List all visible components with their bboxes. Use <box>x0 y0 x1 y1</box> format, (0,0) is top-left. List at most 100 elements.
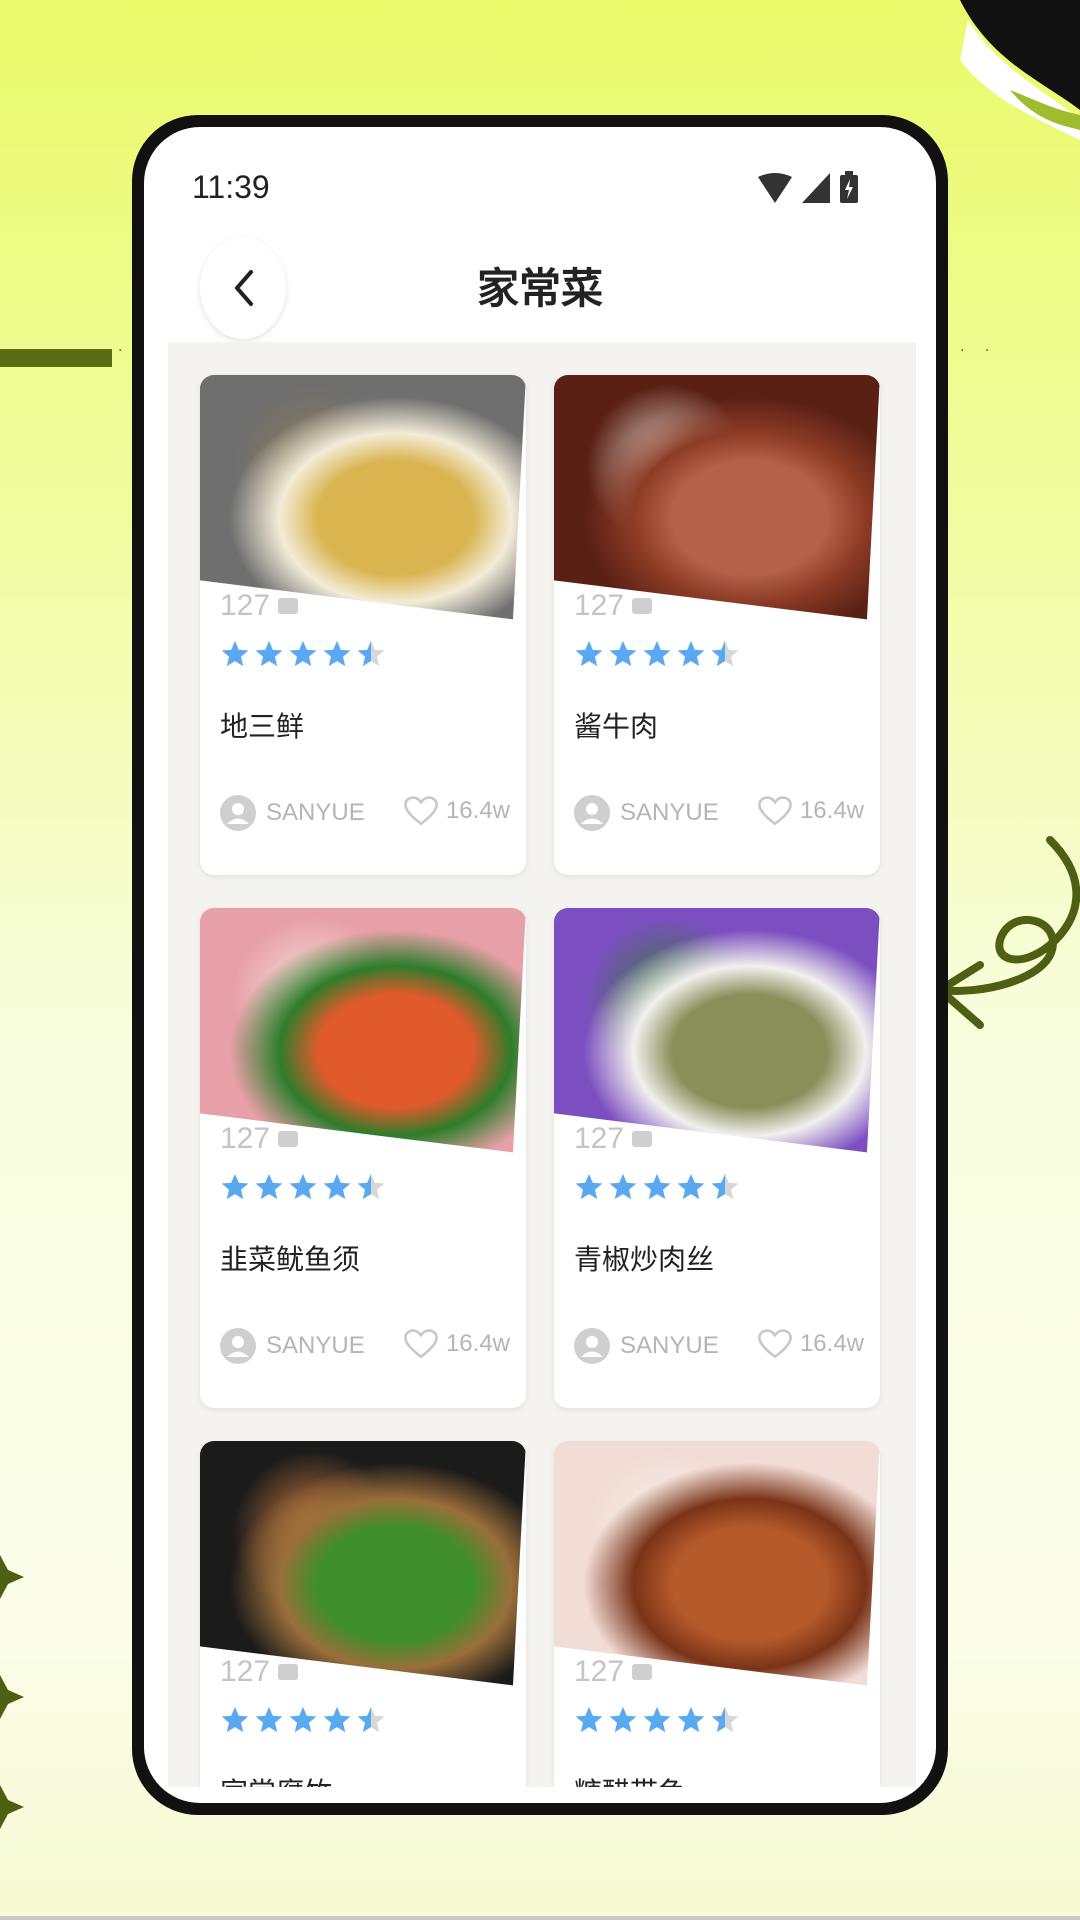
user-avatar-icon <box>574 795 610 831</box>
star-icon <box>255 1706 283 1733</box>
recipe-card[interactable]: 127 家常腐竹 <box>200 1441 526 1787</box>
comment-bubble-icon <box>632 1664 653 1680</box>
status-icons <box>758 171 858 207</box>
phone-frame: 11:39 家常菜 127 地三鲜 SANYUE 16.4w 127 酱牛肉 S… <box>132 115 948 1815</box>
star-icon <box>289 1706 317 1733</box>
star-icon <box>357 1706 385 1733</box>
sparkle-decoration-icon <box>0 1555 24 1829</box>
star-icon <box>677 1706 705 1733</box>
star-icon <box>575 1173 603 1200</box>
decorative-dots-right: · · <box>960 343 998 359</box>
dish-name[interactable]: 地三鲜 <box>220 705 304 745</box>
user-avatar-icon <box>574 1328 610 1364</box>
star-icon <box>711 640 739 667</box>
likes-count: 16.4w <box>445 797 510 824</box>
star-icon <box>643 1706 671 1733</box>
signal-icon <box>802 173 830 207</box>
star-icon <box>711 1706 739 1733</box>
likes-count: 16.4w <box>445 1330 510 1357</box>
author[interactable]: SANYUE <box>574 1328 719 1364</box>
star-icon <box>289 1173 317 1200</box>
leaf-decoration-icon <box>960 0 1080 140</box>
battery-icon <box>840 171 858 207</box>
page-header: 家常菜 <box>144 227 936 339</box>
comment-count: 127 <box>220 1655 299 1689</box>
author-name: SANYUE <box>266 1332 365 1359</box>
comment-count: 127 <box>574 1122 653 1156</box>
wifi-icon <box>758 173 792 207</box>
dish-name[interactable]: 家常腐竹 <box>220 1771 332 1787</box>
star-icon <box>323 1706 351 1733</box>
page-title: 家常菜 <box>476 264 603 313</box>
rating-stars <box>574 639 740 669</box>
star-icon <box>255 1173 283 1200</box>
comment-bubble-icon <box>632 1131 653 1147</box>
comment-count-value: 127 <box>574 1655 625 1688</box>
recipe-card[interactable]: 127 地三鲜 SANYUE 16.4w <box>200 375 526 875</box>
star-icon <box>221 1706 249 1733</box>
rating-stars <box>574 1172 740 1202</box>
star-icon <box>255 640 283 667</box>
recipe-grid[interactable]: 127 地三鲜 SANYUE 16.4w 127 酱牛肉 SANYUE 16.4w 127 韭菜鱿… <box>168 342 916 1787</box>
star-icon <box>609 640 637 667</box>
like-button[interactable]: 16.4w <box>758 795 864 827</box>
star-icon <box>221 1173 249 1200</box>
comment-bubble-icon <box>632 598 653 614</box>
rating-stars <box>220 1705 386 1735</box>
author-name: SANYUE <box>620 1332 719 1359</box>
decorative-bar <box>0 349 112 367</box>
star-icon <box>609 1173 637 1200</box>
dish-name[interactable]: 青椒炒肉丝 <box>574 1238 714 1278</box>
comment-count-value: 127 <box>220 1122 271 1155</box>
comment-count: 127 <box>574 589 653 623</box>
recipe-card[interactable]: 127 酱牛肉 SANYUE 16.4w <box>554 375 880 875</box>
star-icon <box>357 640 385 667</box>
star-icon <box>323 1173 351 1200</box>
rating-stars <box>574 1705 740 1735</box>
status-time: 11:39 <box>192 169 270 205</box>
star-icon <box>289 640 317 667</box>
author[interactable]: SANYUE <box>220 1328 365 1364</box>
comment-count: 127 <box>220 589 299 623</box>
card-meta: SANYUE 16.4w <box>220 1328 510 1368</box>
author[interactable]: SANYUE <box>574 795 719 831</box>
star-icon <box>323 640 351 667</box>
star-icon <box>221 640 249 667</box>
author-name: SANYUE <box>266 799 365 826</box>
comment-count: 127 <box>574 1655 653 1689</box>
comment-count-value: 127 <box>574 1122 625 1155</box>
status-bar: 11:39 <box>144 127 936 227</box>
comment-count-value: 127 <box>220 1655 271 1688</box>
heart-icon <box>404 796 438 826</box>
recipe-card[interactable]: 127 青椒炒肉丝 SANYUE 16.4w <box>554 908 880 1408</box>
comment-count-value: 127 <box>574 589 625 622</box>
comment-bubble-icon <box>278 1664 299 1680</box>
dish-name[interactable]: 糖醋带鱼 <box>574 1771 686 1787</box>
recipe-card[interactable]: 127 糖醋带鱼 <box>554 1441 880 1787</box>
star-icon <box>677 640 705 667</box>
card-meta: SANYUE 16.4w <box>574 1328 864 1368</box>
star-icon <box>575 640 603 667</box>
like-button[interactable]: 16.4w <box>758 1328 864 1360</box>
vine-decoration-icon <box>940 836 1080 1029</box>
phone-screen: 11:39 家常菜 127 地三鲜 SANYUE 16.4w 127 酱牛肉 S… <box>144 127 936 1803</box>
star-icon <box>677 1173 705 1200</box>
author-name: SANYUE <box>620 799 719 826</box>
likes-count: 16.4w <box>799 797 864 824</box>
star-icon <box>643 1173 671 1200</box>
heart-icon <box>758 796 792 826</box>
dish-name[interactable]: 韭菜鱿鱼须 <box>220 1238 360 1278</box>
like-button[interactable]: 16.4w <box>404 795 510 827</box>
card-meta: SANYUE 16.4w <box>220 795 510 835</box>
like-button[interactable]: 16.4w <box>404 1328 510 1360</box>
recipe-card[interactable]: 127 韭菜鱿鱼须 SANYUE 16.4w <box>200 908 526 1408</box>
author[interactable]: SANYUE <box>220 795 365 831</box>
star-icon <box>643 640 671 667</box>
user-avatar-icon <box>220 1328 256 1364</box>
comment-bubble-icon <box>278 598 299 614</box>
star-icon <box>357 1173 385 1200</box>
star-icon <box>575 1706 603 1733</box>
star-icon <box>609 1706 637 1733</box>
bottom-divider <box>0 1916 1080 1920</box>
dish-name[interactable]: 酱牛肉 <box>574 705 658 745</box>
